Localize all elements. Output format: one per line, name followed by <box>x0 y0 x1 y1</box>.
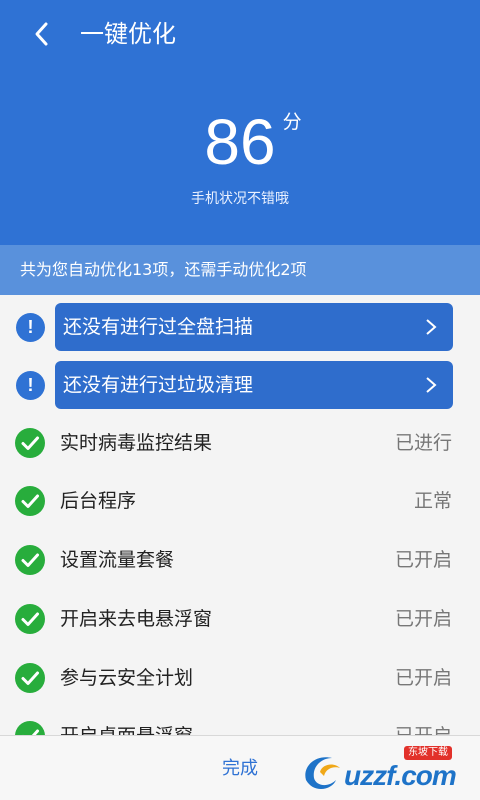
score-display: 86 分 <box>0 100 480 184</box>
list-item: 开启来去电悬浮窗 已开启 <box>0 590 480 648</box>
check-circle-icon <box>15 604 45 634</box>
item-status: 已开启 <box>395 707 452 735</box>
list-item: 开启桌面悬浮窗 已开启 <box>0 707 480 735</box>
score-value: 86 分 <box>204 106 302 178</box>
footer-bar: 完成 东坡下载 uzzf.com <box>0 735 480 800</box>
check-circle-icon <box>15 721 45 735</box>
chevron-right-icon <box>426 319 437 335</box>
junk-clean-button[interactable]: 还没有进行过垃圾清理 <box>55 361 453 409</box>
warning-row: ! 还没有进行过垃圾清理 <box>0 361 480 409</box>
status-text: 手机状况不错哦 <box>191 191 289 207</box>
page-title: 一键优化 <box>80 20 176 48</box>
item-label: 参与云安全计划 <box>60 667 194 689</box>
list-item: 后台程序 正常 <box>0 472 480 530</box>
item-status: 已开启 <box>394 608 452 630</box>
item-label: 开启来去电悬浮窗 <box>60 608 213 630</box>
warning-label: 还没有进行过全盘扫描 <box>63 316 254 338</box>
back-button[interactable] <box>22 14 62 54</box>
check-circle-icon <box>15 663 45 693</box>
item-status: 正常 <box>413 490 452 512</box>
header: 一键优化 86 分 手机状况不错哦 <box>0 0 480 245</box>
score-unit: 分 <box>282 111 302 133</box>
list-item: 设置流量套餐 已开启 <box>0 531 480 589</box>
check-circle-icon <box>15 545 45 575</box>
optimization-list[interactable]: ! 还没有进行过全盘扫描 ! 还没有进行过垃圾清理 实时病毒监控结果 已进行 后… <box>0 295 480 735</box>
item-label: 开启桌面悬浮窗 <box>60 707 193 735</box>
watermark-tag: 东坡下载 <box>404 746 452 760</box>
optimization-summary: 共为您自动优化13项，还需手动优化2项 <box>0 245 480 295</box>
watermark-text: uzzf.com <box>344 760 457 791</box>
item-status: 已开启 <box>394 667 452 689</box>
item-label: 设置流量套餐 <box>60 549 175 571</box>
item-label: 后台程序 <box>60 490 137 512</box>
swirl-logo-icon <box>305 757 340 790</box>
warning-row: ! 还没有进行过全盘扫描 <box>0 303 480 351</box>
check-circle-icon <box>15 428 45 458</box>
chevron-left-icon <box>35 22 48 46</box>
warning-label: 还没有进行过垃圾清理 <box>63 374 254 396</box>
item-label: 实时病毒监控结果 <box>60 432 213 454</box>
exclamation-icon: ! <box>16 313 45 342</box>
item-status: 已开启 <box>394 549 452 571</box>
exclamation-icon: ! <box>16 371 45 400</box>
done-button[interactable]: 完成 <box>200 754 280 784</box>
full-scan-button[interactable]: 还没有进行过全盘扫描 <box>55 303 453 351</box>
watermark-logo: 东坡下载 uzzf.com <box>300 744 475 796</box>
list-item: 实时病毒监控结果 已进行 <box>0 414 480 472</box>
chevron-right-icon <box>426 377 437 393</box>
item-status: 已进行 <box>394 432 452 454</box>
list-item: 参与云安全计划 已开启 <box>0 649 480 707</box>
check-circle-icon <box>15 486 45 516</box>
